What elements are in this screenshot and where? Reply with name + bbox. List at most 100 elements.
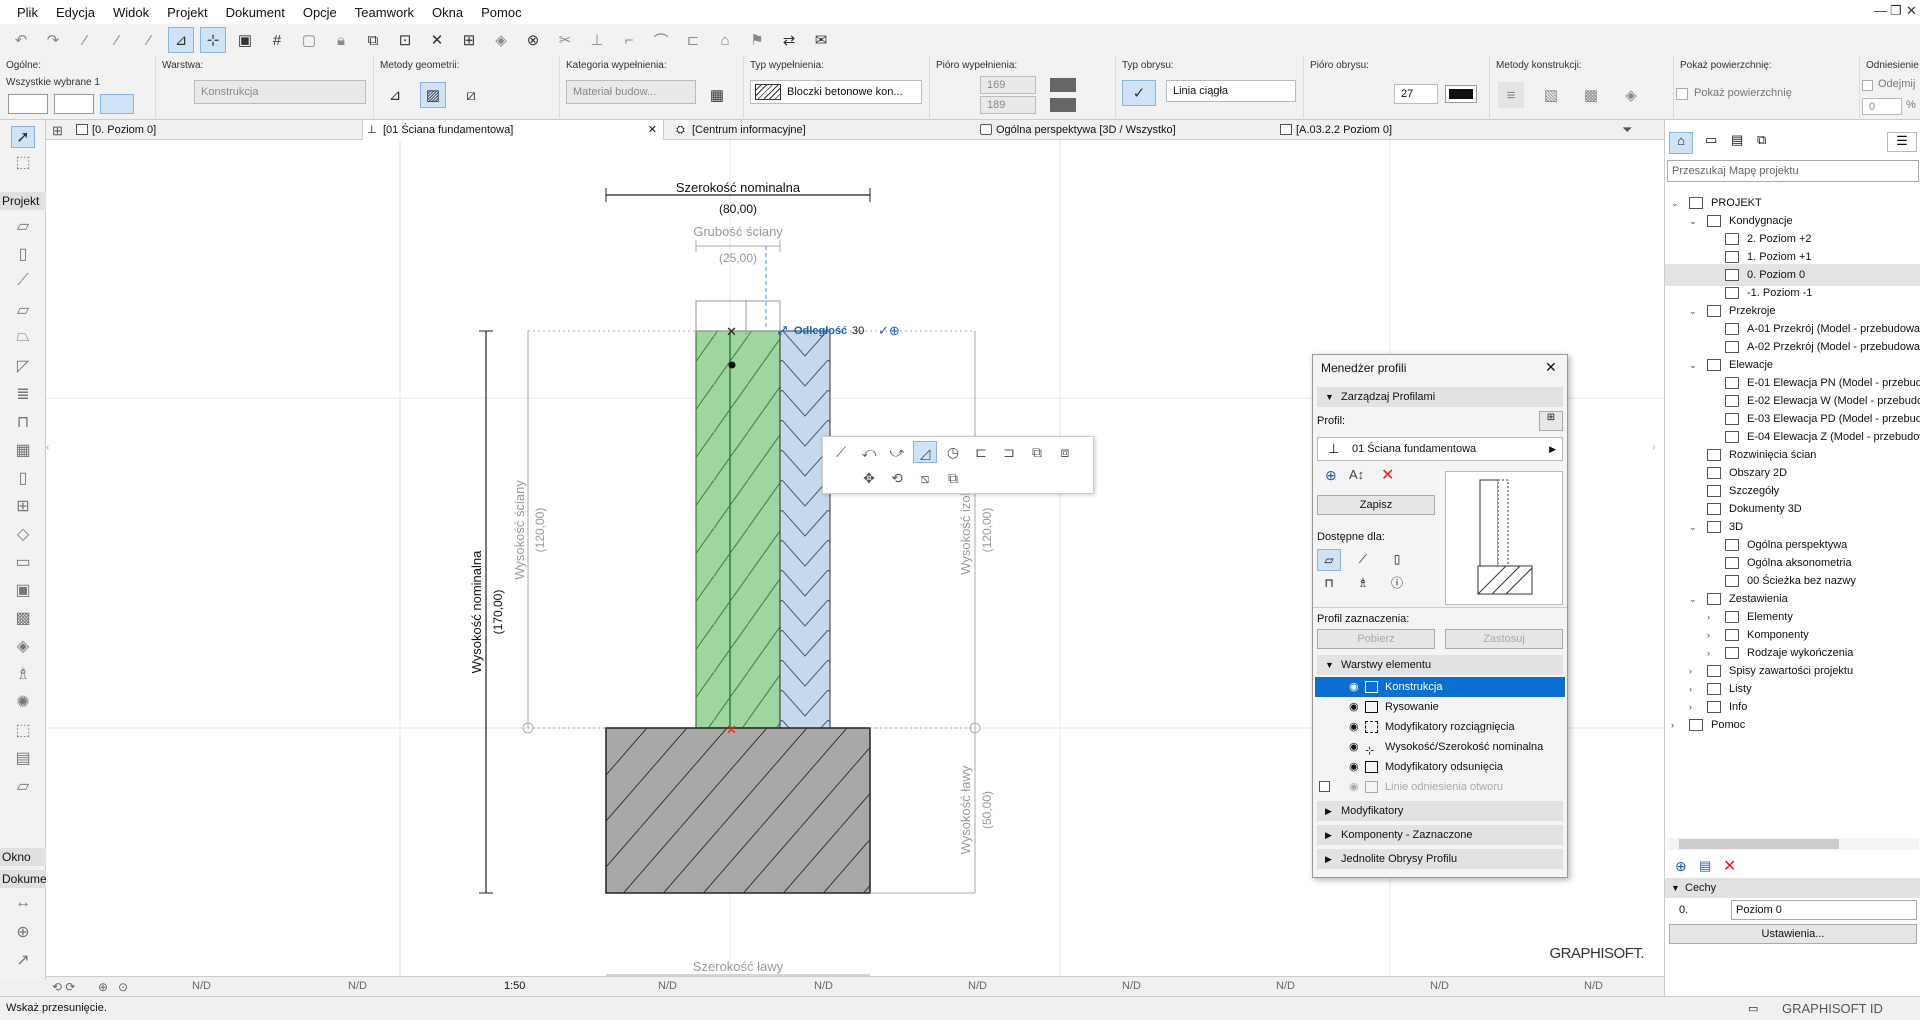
scale-field[interactable]: 1:50 (504, 980, 525, 992)
nav-scroll-thumb[interactable] (1679, 839, 1839, 849)
manage-profiles-header[interactable]: ▼ Zarządzaj Profilami (1317, 387, 1563, 407)
teamwork-icon[interactable]: ⚑ (744, 27, 770, 53)
status-field-9[interactable]: N/D (1584, 980, 1603, 992)
pet-curve-icon[interactable]: ⤺ (857, 441, 881, 463)
tab-floor-plan[interactable]: [0. Poziom 0] (72, 120, 362, 140)
close-icon[interactable]: ✕ (424, 27, 450, 53)
layout-book-icon[interactable]: ▤ (1731, 132, 1743, 148)
wall-tool-icon[interactable]: ▱ (11, 216, 35, 238)
navigator-menu-icon[interactable]: ☰ (1887, 132, 1917, 152)
view-settings-icon[interactable]: ▤ (1699, 858, 1711, 874)
layer-row-opening-ref[interactable]: ◉ Linie odniesienia otworu (1315, 777, 1565, 797)
door-tool-icon[interactable]: ▯ (11, 468, 35, 490)
corner-window-tool-icon[interactable]: ▤ (11, 748, 35, 770)
nav-item[interactable]: › Pomoc (1665, 714, 1920, 736)
geometry-rotated-icon[interactable]: ⧄ (458, 82, 484, 108)
profile-settings-icon[interactable]: ⊞ (1539, 411, 1563, 431)
offset-icon[interactable]: ⌒ (648, 27, 674, 53)
settings-button[interactable]: Ustawienia... (1669, 924, 1917, 944)
rename-profile-icon[interactable]: A↕ (1349, 467, 1364, 482)
dimension-icon[interactable]: ⊡ (392, 27, 418, 53)
menu-edycja[interactable]: Edycja (47, 5, 104, 20)
group-icon[interactable]: ⊞ (456, 27, 482, 53)
tab-profile-editor[interactable]: ⊥ [01 Ściana fundamentowa] ✕ (362, 120, 664, 140)
delete-profile-icon[interactable]: ✕ (1381, 465, 1394, 485)
layer-row-construction[interactable]: ◉ Konstrukcja (1315, 677, 1565, 697)
pet-add-icon[interactable]: ⊏ (969, 441, 993, 463)
railing-tool-icon[interactable]: ⊓ (11, 412, 35, 434)
level-dimension-tool-icon[interactable]: ⊕ (11, 922, 35, 944)
avail-wall-icon[interactable]: ▱ (1317, 549, 1341, 571)
fill-type-select[interactable]: Bloczki betonowe kon... (750, 80, 922, 104)
pet-move-node-icon[interactable]: ⟋ (829, 441, 853, 463)
layer-row-stretch[interactable]: ◉ Modyfikatory rozciągnięcia (1315, 717, 1565, 737)
avail-info-icon[interactable]: ⓘ (1385, 573, 1409, 595)
marquee-tool-icon[interactable]: ⬚ (11, 152, 35, 174)
pet-subtract-icon[interactable]: ⊐ (997, 441, 1021, 463)
eye-icon[interactable]: ◉ (1349, 677, 1359, 697)
zoom-in-icon[interactable]: ⊕ (98, 980, 108, 994)
selection-filter-button[interactable] (8, 94, 48, 114)
wall-end-tool-icon[interactable]: ⬚ (11, 720, 35, 742)
menu-okna[interactable]: Okna (423, 5, 472, 20)
minimize-button[interactable]: — (1874, 3, 1887, 18)
eyedropper-icon[interactable]: ⁄ (136, 27, 162, 53)
fill-pen-1-field[interactable]: 169 (980, 76, 1036, 94)
subtract-checkbox[interactable] (1862, 80, 1873, 91)
pet-drag-icon[interactable]: ✥ (857, 467, 881, 489)
render-icon[interactable]: ◈ (488, 27, 514, 53)
skylight-tool-icon[interactable]: ◇ (11, 524, 35, 546)
column-tool-icon[interactable]: ▯ (11, 244, 35, 266)
mesh-tool-icon[interactable]: ▩ (11, 608, 35, 630)
menu-widok[interactable]: Widok (104, 5, 158, 20)
status-field-7[interactable]: N/D (1276, 980, 1295, 992)
status-field-5[interactable]: N/D (968, 980, 987, 992)
fill-pen-2-field[interactable]: 189 (980, 96, 1036, 114)
element-layers-header[interactable]: ▼ Warstwy elementu (1317, 655, 1563, 675)
menu-plik[interactable]: Plik (8, 5, 47, 20)
object-tool-icon[interactable]: ♗ (11, 664, 35, 686)
modifiers-header[interactable]: ▶ Modyfikatory (1317, 801, 1563, 821)
construction-method-4-icon[interactable]: ◈ (1618, 82, 1644, 108)
pet-magic-icon[interactable]: ⧈ (1053, 441, 1077, 463)
story-name-field[interactable]: Poziom 0 (1731, 900, 1917, 920)
tree-toggle-icon[interactable]: › (1671, 714, 1674, 736)
components-header[interactable]: ▶ Komponenty - Zaznaczone (1317, 825, 1563, 845)
layer-row-offset[interactable]: ◉ Modyfikatory odsunięcia (1315, 757, 1565, 777)
restore-button[interactable]: ❐ (1890, 3, 1902, 19)
magic-wand-button[interactable] (100, 94, 134, 114)
layer-row-nominal[interactable]: ◉ ⊹ Wysokość/Szerokość nominalna (1315, 737, 1565, 757)
tab-layout[interactable]: [A.03.2.2 Poziom 0] (1276, 120, 1576, 140)
lamp-tool-icon[interactable]: ✺ (11, 692, 35, 714)
inject-icon[interactable]: ⁄ (104, 27, 130, 53)
eye-icon[interactable]: ◉ (1349, 697, 1359, 717)
nav-scrollbar[interactable] (1667, 838, 1919, 850)
pet-arc-icon[interactable]: ⤻ (885, 441, 909, 463)
redo-icon[interactable]: ↷ (40, 27, 66, 53)
offset-value-field[interactable]: 0 (1862, 98, 1902, 115)
layer-select[interactable]: Konstrukcja (194, 80, 366, 104)
view-map-icon[interactable]: ▭ (1705, 132, 1717, 148)
new-view-icon[interactable]: ⊕ (1675, 858, 1687, 875)
pet-copy-icon[interactable]: ⧉ (941, 467, 965, 489)
roof-tool-icon[interactable]: ⏢ (11, 328, 35, 350)
construction-method-2-icon[interactable]: ▧ (1538, 82, 1564, 108)
new-profile-icon[interactable]: ⊕ (1325, 467, 1337, 484)
status-field-4[interactable]: N/D (814, 980, 833, 992)
menu-projekt[interactable]: Projekt (158, 5, 216, 20)
tab-overview-icon[interactable]: ⊞ (52, 123, 63, 139)
pet-mirror-icon[interactable]: ⧅ (913, 467, 937, 489)
geometry-rectangle-icon[interactable]: ▨ (420, 82, 446, 108)
guide-lines-icon[interactable]: ⊿ (168, 27, 194, 53)
toolbox-group-project[interactable]: Projekt (0, 192, 46, 210)
fill-pen-1-swatch[interactable] (1050, 78, 1076, 92)
zone-tool-icon[interactable]: ▣ (11, 580, 35, 602)
properties-header[interactable]: ▼ Cechy (1665, 878, 1920, 898)
drag-node[interactable] (728, 361, 736, 369)
confirm-check-icon[interactable]: ✓⊕ (878, 323, 900, 338)
tab-info-center[interactable]: ⛭ [Centrum informacyjne] (672, 120, 972, 140)
dormer-tool-icon[interactable]: ▱ (11, 776, 35, 798)
eye-icon[interactable]: ◉ (1349, 717, 1359, 737)
pet-fillet-icon[interactable]: ◷ (941, 441, 965, 463)
navigator-icon[interactable]: ⊗ (520, 27, 546, 53)
